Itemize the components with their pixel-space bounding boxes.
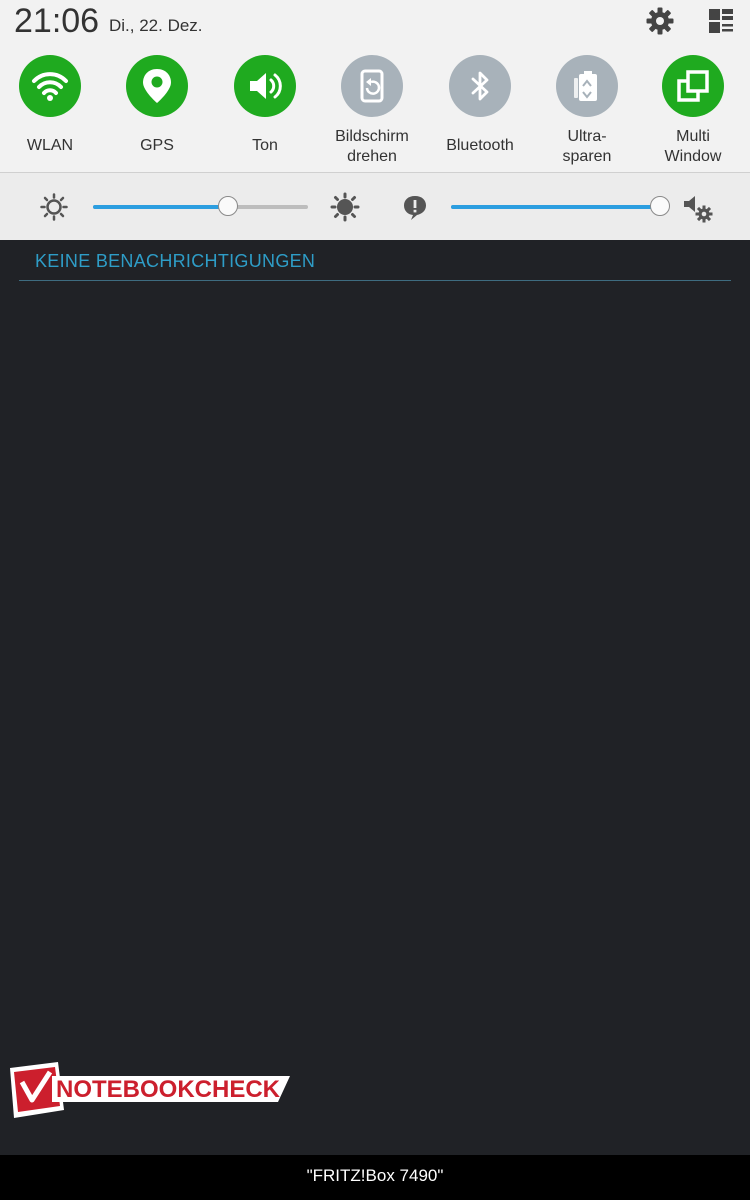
toggle-gps-label: GPS [140, 137, 174, 154]
multi-window-icon [677, 70, 709, 102]
toggle-wlan-label: WLAN [26, 137, 74, 154]
toggle-multi-window-label: Multi Window [664, 128, 722, 165]
bluetooth-icon [471, 71, 489, 101]
toggle-ton[interactable]: Ton [215, 55, 315, 170]
toggle-multi-window-circle[interactable] [662, 55, 724, 117]
network-name: "FRITZ!Box 7490" [306, 1166, 444, 1185]
gear-icon[interactable] [645, 6, 675, 36]
toggle-bluetooth-label: Bluetooth [446, 137, 514, 154]
toggle-gps-circle[interactable] [126, 55, 188, 117]
no-notifications-label: KEINE BENACHRICHTIGUNGEN [35, 251, 316, 271]
volume-slider-thumb[interactable] [650, 196, 670, 216]
sound-settings-icon[interactable] [682, 192, 714, 224]
toggle-gps[interactable]: GPS [107, 55, 207, 170]
toggle-bluetooth[interactable]: Bluetooth [430, 55, 530, 170]
speaker-icon [250, 73, 282, 99]
brightness-high-icon [330, 192, 360, 222]
toggle-multi-window[interactable]: Multi Window [643, 55, 743, 170]
toggle-screen-rotation[interactable]: Bildschirm drehen [322, 55, 422, 170]
toggle-ultra-power-saving-label: Ultra-sparen [562, 128, 612, 165]
brightness-slider[interactable] [93, 196, 308, 216]
volume-slider-fill [451, 205, 660, 209]
bottom-bar: "FRITZ!Box 7490" [0, 1155, 750, 1200]
clock: 21:06 [14, 2, 100, 40]
quick-panel-edit-icon[interactable] [706, 6, 736, 36]
notification-volume-icon [404, 196, 426, 220]
slider-row [0, 173, 750, 240]
toggle-wlan-circle[interactable] [19, 55, 81, 117]
toggle-screen-rotation-label: Bildschirm drehen [335, 128, 409, 165]
notification-divider [19, 280, 731, 281]
toggle-ultra-power-saving-circle[interactable] [556, 55, 618, 117]
toggle-ton-label: Ton [252, 137, 278, 154]
wifi-icon [32, 72, 68, 101]
quick-settings-panel: 21:06 Di., 22. Dez. WLAN GPS Ton Bildsch… [0, 0, 750, 240]
brightness-slider-thumb[interactable] [218, 196, 239, 216]
notebookcheck-logo: NOTEBOOKCHECK [10, 1062, 290, 1118]
status-line: 21:06 Di., 22. Dez. [0, 0, 750, 44]
date: Di., 22. Dez. [109, 16, 203, 35]
logo-text: NOTEBOOKCHECK [56, 1076, 281, 1103]
toggle-wlan[interactable]: WLAN [0, 55, 100, 170]
brightness-slider-fill [93, 205, 229, 209]
toggle-screen-rotation-circle[interactable] [341, 55, 403, 117]
toggle-ton-circle[interactable] [234, 55, 296, 117]
ultra-power-saving-icon [574, 71, 597, 101]
brightness-low-icon [40, 193, 68, 221]
location-pin-icon [143, 69, 171, 103]
toggle-ultra-power-saving[interactable]: Ultra-sparen [537, 55, 637, 170]
screen-rotate-icon [360, 69, 384, 103]
toggle-bluetooth-circle[interactable] [449, 55, 511, 117]
volume-slider[interactable] [451, 196, 670, 216]
